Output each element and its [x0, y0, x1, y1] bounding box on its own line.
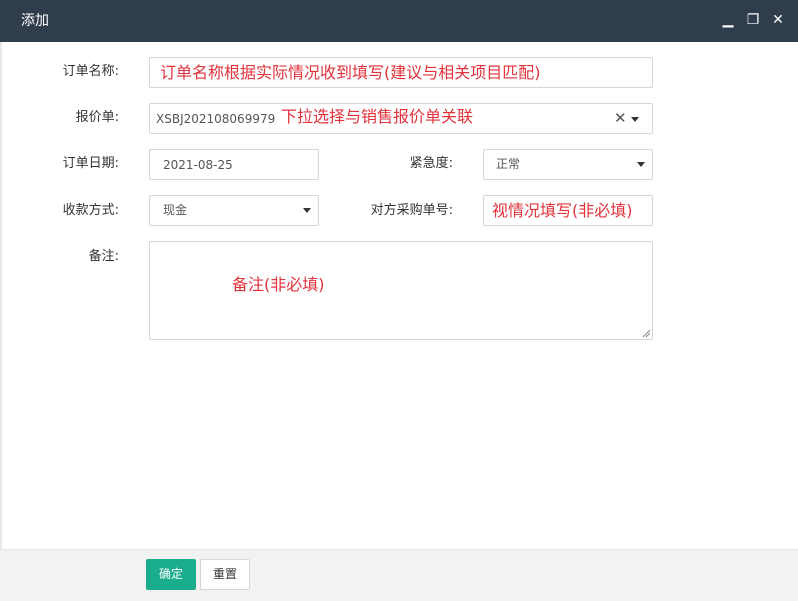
payment-value: 现金 [163, 203, 188, 217]
urgency-value: 正常 [496, 157, 521, 171]
remark-hint: 备注(非必填) [232, 275, 325, 294]
urgency-label: 紧急度: [409, 156, 453, 171]
remark-label: 备注: [88, 249, 119, 264]
close-icon[interactable]: ✕ [769, 10, 787, 30]
quote-value: XSBJ202108069979 [156, 112, 276, 126]
minimize-icon[interactable]: ▁ [719, 10, 737, 30]
remark-textarea[interactable] [149, 241, 653, 340]
confirm-button[interactable]: 确定 [146, 559, 196, 590]
po-number-label: 对方采购单号: [370, 203, 453, 218]
order-name-label: 订单名称: [62, 64, 119, 79]
caret-down-icon[interactable] [637, 162, 645, 167]
payment-label: 收款方式: [62, 203, 119, 218]
po-number-hint: 视情况填写(非必填) [492, 201, 633, 220]
order-date-value: 2021-08-25 [163, 158, 233, 172]
resize-handle-icon[interactable] [642, 329, 651, 338]
caret-down-icon[interactable] [631, 117, 639, 122]
dialog-footer [0, 549, 798, 601]
maximize-icon[interactable]: ❐ [744, 10, 762, 30]
clear-icon[interactable]: ✕ [614, 110, 627, 126]
dialog-titlebar [0, 0, 798, 42]
order-date-label: 订单日期: [62, 156, 119, 171]
dialog-title: 添加 [21, 13, 49, 29]
caret-down-icon[interactable] [303, 208, 311, 213]
background-edge [0, 0, 2, 600]
quote-hint: 下拉选择与销售报价单关联 [281, 107, 474, 126]
order-name-hint: 订单名称根据实际情况收到填写(建议与相关项目匹配) [160, 63, 541, 82]
reset-button[interactable]: 重置 [200, 559, 250, 590]
quote-label: 报价单: [75, 110, 119, 125]
